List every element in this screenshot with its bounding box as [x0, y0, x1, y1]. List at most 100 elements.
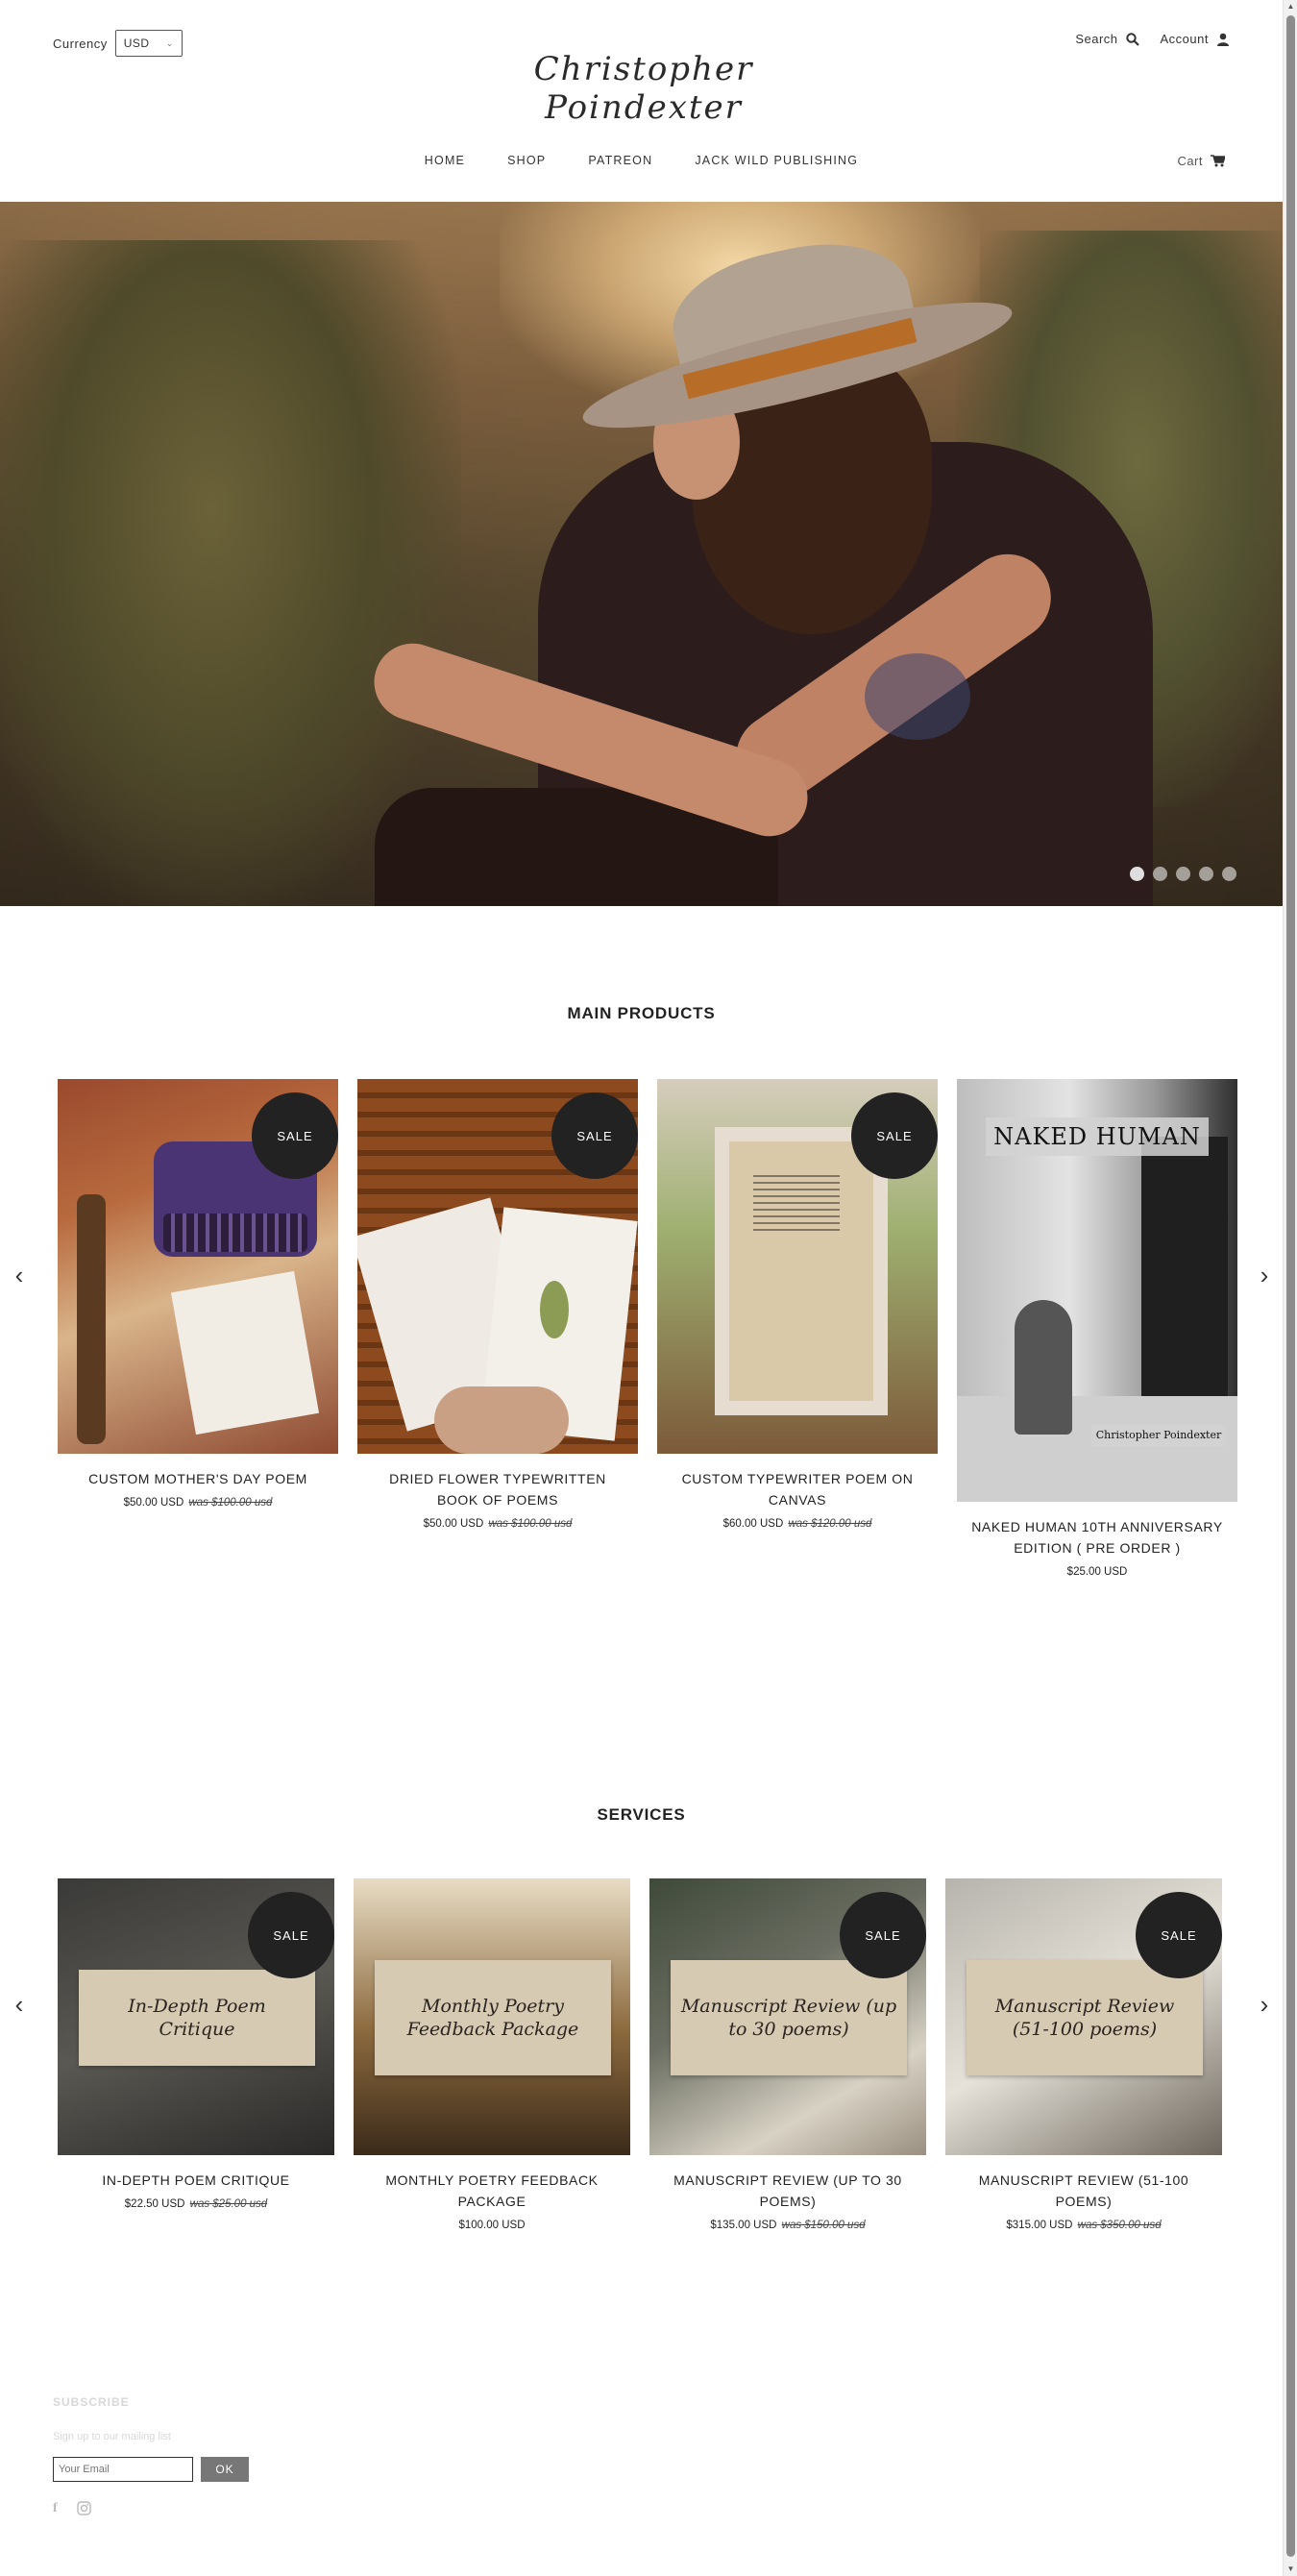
book-cover-title: NAKED HUMAN	[986, 1117, 1209, 1156]
subscribe-subtitle: Sign up to our mailing list	[53, 2431, 171, 2442]
search-link[interactable]: Search	[1075, 32, 1139, 46]
current-price: $135.00 USD	[710, 2220, 777, 2231]
service-card[interactable]: Manuscript Review (51-100 poems) SALE MA…	[945, 1878, 1222, 2231]
chevron-right-icon[interactable]: ›	[1253, 1992, 1276, 2017]
currency-dropdown[interactable]: USD ⌄	[114, 30, 183, 57]
image-detail	[1015, 1300, 1072, 1435]
cart-icon	[1211, 155, 1225, 167]
service-price: $135.00 USD was $150.00 usd	[649, 2220, 926, 2231]
image-detail	[170, 1270, 320, 1435]
scrollbar-thumb[interactable]	[1286, 15, 1295, 2557]
sale-badge: SALE	[248, 1892, 334, 1978]
product-card[interactable]: NAKED HUMAN Christopher Poindexter NAKED…	[957, 1079, 1237, 1578]
slide-dot[interactable]	[1176, 867, 1190, 881]
sale-badge: SALE	[1136, 1892, 1222, 1978]
sale-badge: SALE	[252, 1092, 338, 1179]
service-image-text: In-Depth Poem Critique	[79, 1970, 315, 2066]
product-card[interactable]: SALE DRIED FLOWER TYPEWRITTEN BOOK OF PO…	[357, 1079, 638, 1530]
service-image[interactable]: Manuscript Review (51-100 poems) SALE	[945, 1878, 1222, 2155]
sale-badge: SALE	[551, 1092, 638, 1179]
subscribe-button[interactable]: OK	[201, 2457, 249, 2482]
slide-dot[interactable]	[1222, 867, 1236, 881]
original-price: was $150.00 usd	[781, 2220, 866, 2231]
currency-label: Currency	[53, 36, 108, 51]
search-label: Search	[1075, 32, 1118, 46]
current-price: $100.00 USD	[458, 2220, 526, 2231]
image-detail	[163, 1214, 307, 1252]
nav-item-jack-wild-publishing[interactable]: JACK WILD PUBLISHING	[695, 154, 858, 167]
hero-figure-tattoo	[865, 653, 970, 740]
service-image[interactable]: In-Depth Poem Critique SALE	[58, 1878, 334, 2155]
sale-badge: SALE	[840, 1892, 926, 1978]
facebook-icon[interactable]: f	[53, 2501, 58, 2516]
nav-item-home[interactable]: HOME	[425, 154, 465, 167]
services-title: SERVICES	[597, 1805, 686, 1824]
nav-item-shop[interactable]: SHOP	[507, 154, 546, 167]
slide-dot[interactable]	[1130, 867, 1144, 881]
product-card[interactable]: SALE CUSTOM MOTHER'S DAY POEM $50.00 USD…	[58, 1079, 338, 1509]
service-price: $22.50 USD was $25.00 usd	[58, 2198, 334, 2210]
image-detail	[753, 1175, 840, 1233]
service-card[interactable]: Manuscript Review (up to 30 poems) SALE …	[649, 1878, 926, 2231]
service-image[interactable]: Monthly Poetry Feedback Package	[354, 1878, 630, 2155]
product-name[interactable]: NAKED HUMAN 10TH ANNIVERSARY EDITION ( P…	[957, 1516, 1237, 1558]
service-card[interactable]: In-Depth Poem Critique SALE IN-DEPTH POE…	[58, 1878, 334, 2210]
account-label: Account	[1160, 32, 1209, 46]
search-icon	[1125, 32, 1139, 46]
account-link[interactable]: Account	[1161, 32, 1230, 46]
subscribe-title: SUBSCRIBE	[53, 2395, 130, 2409]
service-price: $315.00 USD was $350.00 usd	[945, 2220, 1222, 2231]
site-logo[interactable]: Christopher Poindexter	[461, 50, 826, 127]
header-utilities: Search Account	[1075, 32, 1230, 46]
service-price: $100.00 USD	[354, 2220, 630, 2231]
slideshow-dots	[1130, 867, 1236, 881]
sale-badge: SALE	[851, 1092, 938, 1179]
product-image[interactable]: SALE	[357, 1079, 638, 1454]
instagram-icon[interactable]	[76, 2501, 91, 2515]
product-name[interactable]: CUSTOM TYPEWRITER POEM ON CANVAS	[657, 1468, 938, 1510]
product-card[interactable]: SALE CUSTOM TYPEWRITER POEM ON CANVAS $6…	[657, 1079, 938, 1530]
product-price: $25.00 USD	[957, 1566, 1237, 1578]
scroll-up-arrow-icon[interactable]: ▲	[1284, 0, 1297, 13]
service-name[interactable]: MONTHLY POETRY FEEDBACK PACKAGE	[354, 2170, 630, 2212]
chevron-right-icon[interactable]: ›	[1253, 1263, 1276, 1288]
currency-selector: Currency USD ⌄	[53, 30, 183, 57]
main-products-title: MAIN PRODUCTS	[567, 1004, 716, 1022]
email-field[interactable]	[53, 2457, 193, 2482]
image-detail	[434, 1386, 569, 1454]
hero-slideshow[interactable]	[0, 202, 1283, 906]
site-header: Currency USD ⌄ Christopher Poindexter Se…	[0, 0, 1283, 202]
scroll-down-arrow-icon[interactable]: ▼	[1284, 2563, 1297, 2576]
service-card[interactable]: Monthly Poetry Feedback Package MONTHLY …	[354, 1878, 630, 2231]
product-image[interactable]: NAKED HUMAN Christopher Poindexter	[957, 1079, 1237, 1502]
service-name[interactable]: MANUSCRIPT REVIEW (UP TO 30 POEMS)	[649, 2170, 926, 2212]
current-price: $60.00 USD	[722, 1518, 784, 1530]
nav-item-patreon[interactable]: PATREON	[588, 154, 652, 167]
product-name[interactable]: CUSTOM MOTHER'S DAY POEM	[58, 1468, 338, 1489]
cart-link[interactable]: Cart	[1177, 154, 1225, 168]
service-image[interactable]: Manuscript Review (up to 30 poems) SALE	[649, 1878, 926, 2155]
current-price: $25.00 USD	[1066, 1566, 1128, 1578]
current-price: $50.00 USD	[423, 1518, 484, 1530]
original-price: was $120.00 usd	[788, 1518, 872, 1530]
original-price: was $25.00 usd	[189, 2198, 268, 2210]
image-detail	[77, 1194, 106, 1444]
service-name[interactable]: MANUSCRIPT REVIEW (51-100 POEMS)	[945, 2170, 1222, 2212]
social-links: f	[53, 2501, 91, 2516]
product-image[interactable]: SALE	[657, 1079, 938, 1454]
chevron-left-icon[interactable]: ‹	[8, 1992, 31, 2017]
image-detail	[957, 1396, 1237, 1502]
page-scrollbar[interactable]: ▲ ▼	[1283, 0, 1297, 2576]
service-name[interactable]: IN-DEPTH POEM CRITIQUE	[58, 2170, 334, 2191]
service-image-text: Manuscript Review (51-100 poems)	[967, 1960, 1203, 2075]
chevron-left-icon[interactable]: ‹	[8, 1263, 31, 1288]
product-image[interactable]: SALE	[58, 1079, 338, 1454]
current-price: $50.00 USD	[123, 1497, 184, 1509]
product-name[interactable]: DRIED FLOWER TYPEWRITTEN BOOK OF POEMS	[357, 1468, 638, 1510]
original-price: was $100.00 usd	[188, 1497, 273, 1509]
slide-dot[interactable]	[1199, 867, 1213, 881]
current-price: $22.50 USD	[124, 2198, 185, 2210]
image-detail	[540, 1281, 569, 1338]
product-price: $50.00 USD was $100.00 usd	[357, 1518, 638, 1530]
slide-dot[interactable]	[1153, 867, 1167, 881]
